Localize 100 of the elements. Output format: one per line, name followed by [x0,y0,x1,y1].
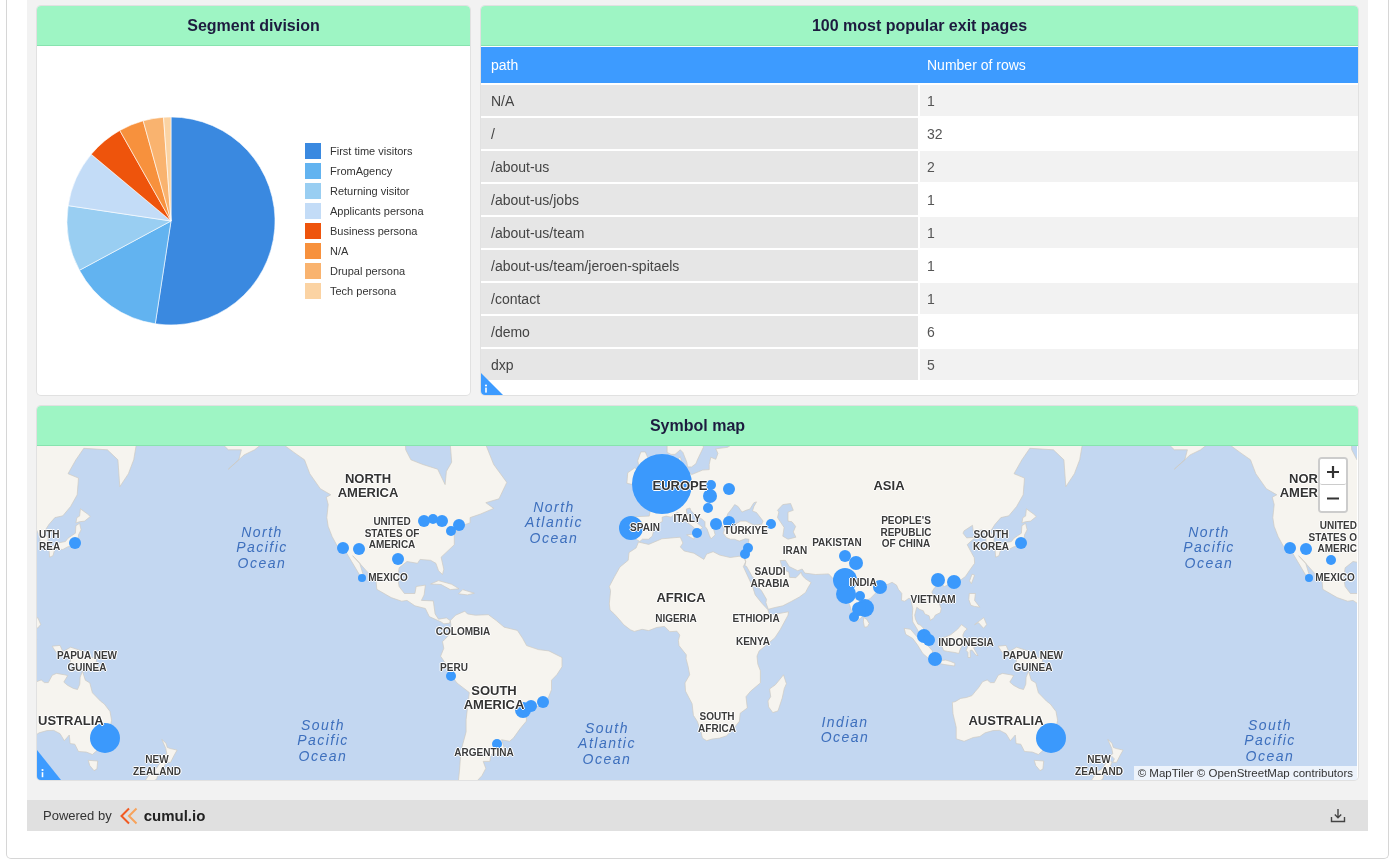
map-bubble-icon [839,550,851,562]
table-cell: /about-us/team [481,217,918,248]
country-label: COLOMBIA [435,626,491,638]
country-label: NIGERIA [655,613,697,625]
legend-label: FromAgency [330,164,393,177]
powered-by-label: Powered by [43,808,112,823]
card-title: 100 most popular exit pages [811,16,1028,35]
country-label: IRAN [782,545,808,557]
country-label: ETHIOPIA [732,613,780,625]
continent-label: SOUTH AMERICA [463,684,525,712]
map-bubble-icon [706,480,716,490]
country-label: PERU [440,662,468,674]
legend-label: Business persona [330,224,418,237]
map-bubble-icon [723,483,735,495]
continent-label: AFRICA [656,591,706,605]
map-bubble-icon [358,574,366,582]
info-icon[interactable] [37,750,61,780]
map-bubble-icon [1015,537,1027,549]
ocean-label: North Pacific Ocean [236,524,288,572]
country-label: PAKISTAN [812,537,862,549]
minus-icon [1327,496,1339,500]
card-title: Symbol map [649,416,746,435]
continent-label: USTRALIA [38,714,104,728]
map-bubble-icon [766,519,776,529]
country-label: UTH REA [39,528,61,552]
country-label: NEW ZEALAND [133,753,181,777]
map-bubble-icon [418,515,430,527]
country-label: UNITED STATES OF AMERICA [364,515,420,551]
map-bubble-icon [90,723,120,753]
table-cell: dxp [481,349,918,380]
map-bubble-icon [525,700,537,712]
table-cell: 2 [920,151,1358,182]
table-cell: /demo [481,316,918,347]
ocean-label: North Atlantic Ocean [525,499,583,547]
map-bubble-icon [337,542,349,554]
country-label: INDONESIA [938,637,994,649]
continent-label: NORTH AMERICA [337,472,399,500]
legend-label: First time visitors [330,144,413,157]
map-bubble-icon [931,573,945,587]
country-label: PEOPLE'S REPUBLIC OF CHINA [880,514,932,550]
country-label: PAPUA NEW GUINEA [57,649,117,673]
brand-name[interactable]: cumul.io [143,807,206,824]
plus-icon [1327,465,1339,478]
table-cell: 5 [920,349,1358,380]
country-label: SAUDI ARABIA [750,565,790,589]
ocean-label: South Atlantic Ocean [578,720,636,768]
country-label: VIETNAM [910,594,956,606]
country-label: PAPUA NEW GUINEA [1003,649,1063,673]
country-label: TÜRKIYE [724,525,768,537]
map-bubble-icon [69,537,81,549]
map-bubble-icon [436,515,448,527]
ocean-label: South Pacific Ocean [1244,717,1296,765]
zoom-in-button[interactable] [1320,459,1346,485]
chevron-logo-icon[interactable] [118,806,139,825]
continent-label: AUSTRALIA [968,714,1044,728]
country-label: MEXICO [1315,572,1355,584]
table-cell: /about-us/team/jeroen-spitaels [481,250,918,281]
map-bubble-icon [923,634,935,646]
map-bubble-icon [1300,543,1312,555]
country-label: ARGENTINA [454,747,514,759]
map-bubble-icon [692,528,702,538]
ocean-label: South Pacific Ocean [297,717,349,765]
country-label: SOUTH AFRICA [698,710,736,734]
map-bubble-icon [710,518,722,530]
ocean-label: Indian Ocean [820,714,870,746]
country-label: ITALY [673,513,701,525]
legend-label: N/A [330,244,349,257]
table-cell: 1 [920,217,1358,248]
map-bubble-icon [492,739,502,749]
download-icon[interactable] [1330,808,1346,823]
country-label: MEXICO [368,572,408,584]
table-cell: /about-us/jobs [481,184,918,215]
info-icon[interactable] [481,373,503,395]
country-label: UNITED STATES O AMERIC [1308,519,1357,555]
country-label: NEW ZEALAND [1075,753,1123,777]
legend-label: Drupal persona [330,264,406,277]
continent-label: NOR AMER [1279,472,1318,500]
map-attribution[interactable]: © MapTiler © OpenStreetMap contributors [1133,766,1357,780]
card-title: Segment division [187,16,320,35]
map-bubble-icon [392,553,404,565]
legend-label: Returning visitor [330,184,410,197]
map-bubble-icon [947,575,961,589]
country-label: SOUTH KOREA [972,528,1010,552]
map-bubble-icon [928,652,942,666]
table-cell: 1 [920,85,1358,116]
map-bubble-icon [703,503,713,513]
legend-label: Applicants persona [330,204,424,217]
table-cell: 1 [920,283,1358,314]
table-cell: N/A [481,85,918,116]
map-bubble-icon [1036,723,1066,753]
table-cell: /about-us [481,151,918,182]
map-bubble-icon [703,489,717,503]
country-label: KENYA [735,636,771,648]
continent-label: ASIA [873,479,905,493]
map-bubble-icon [537,696,549,708]
map-bubble-icon [353,543,365,555]
map-bubble-icon [453,519,465,531]
ocean-label: North Pacific Ocean [1183,524,1235,572]
map-bubble-icon [446,671,456,681]
map-bubble-icon [1305,574,1313,582]
